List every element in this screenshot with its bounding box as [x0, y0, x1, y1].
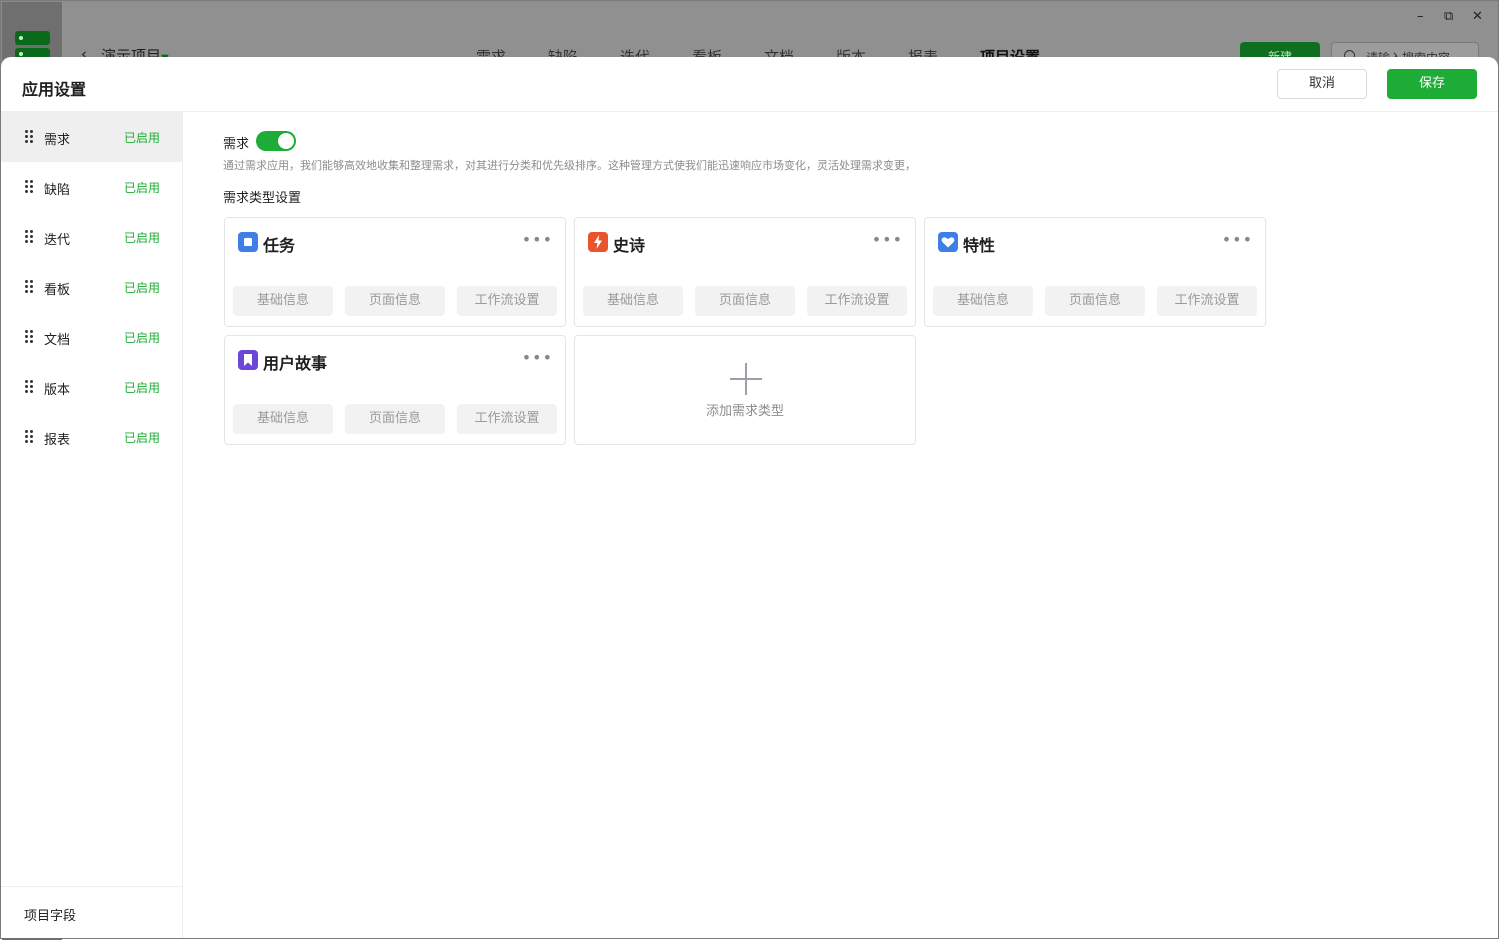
page-info-button[interactable]: 页面信息 [345, 404, 445, 434]
drag-handle-icon[interactable] [25, 130, 33, 144]
restore-icon[interactable]: ⧉ [1444, 9, 1453, 24]
basic-info-button[interactable]: 基础信息 [583, 286, 683, 316]
sidebar-item-defect[interactable]: 缺陷 已启用 [1, 162, 182, 212]
type-name: 特性 [963, 236, 996, 255]
workflow-settings-button[interactable]: 工作流设置 [457, 404, 557, 434]
cancel-button[interactable]: 取消 [1277, 69, 1367, 99]
type-card-epic: 史诗 ••• 基础信息 页面信息 工作流设置 [574, 217, 916, 327]
sidebar-item-requirement[interactable]: 需求 已启用 [1, 112, 182, 162]
epic-lightning-icon [588, 232, 608, 252]
sidebar-item-label: 需求 [44, 133, 71, 148]
app-list-sidebar: 需求 已启用 缺陷 已启用 迭代 已启用 看板 已启用 文档 已启用 版本 已启… [1, 112, 183, 938]
sidebar-item-document[interactable]: 文档 已启用 [1, 312, 182, 362]
basic-info-button[interactable]: 基础信息 [933, 286, 1033, 316]
status-badge: 已启用 [123, 181, 160, 195]
drag-handle-icon[interactable] [25, 380, 33, 394]
app-settings-modal: 应用设置 取消 保存 需求 已启用 缺陷 已启用 迭代 已启用 看板 已启用 文… [1, 57, 1498, 938]
sidebar-item-label: 版本 [44, 383, 71, 398]
toggle-knob [278, 133, 294, 149]
sidebar-item-kanban[interactable]: 看板 已启用 [1, 262, 182, 312]
type-card-user-story: 用户故事 ••• 基础信息 页面信息 工作流设置 [224, 335, 566, 445]
page-info-button[interactable]: 页面信息 [1045, 286, 1145, 316]
add-type-card[interactable]: 添加需求类型 [574, 335, 916, 445]
drag-handle-icon[interactable] [25, 180, 33, 194]
modal-title: 应用设置 [22, 80, 87, 99]
feature-heart-icon [938, 232, 958, 252]
drag-handle-icon[interactable] [25, 280, 33, 294]
status-badge: 已启用 [123, 431, 160, 445]
drag-handle-icon[interactable] [25, 330, 33, 344]
type-name: 任务 [263, 236, 296, 255]
more-icon[interactable]: ••• [872, 230, 903, 249]
sidebar-item-version[interactable]: 版本 已启用 [1, 362, 182, 412]
type-card-feature: 特性 ••• 基础信息 页面信息 工作流设置 [924, 217, 1266, 327]
type-card-task: 任务 ••• 基础信息 页面信息 工作流设置 [224, 217, 566, 327]
sidebar-item-label: 看板 [44, 283, 71, 298]
status-badge: 已启用 [123, 381, 160, 395]
project-fields-link[interactable]: 项目字段 [1, 886, 182, 938]
basic-info-button[interactable]: 基础信息 [233, 404, 333, 434]
project-fields-label: 项目字段 [24, 909, 77, 924]
app-description: 通过需求应用，我们能够高效地收集和整理需求，对其进行分类和优先级排序。这种管理方… [223, 159, 916, 172]
story-bookmark-icon [238, 350, 258, 370]
drag-handle-icon[interactable] [25, 430, 33, 444]
sidebar-item-report[interactable]: 报表 已启用 [1, 412, 182, 462]
minimize-icon[interactable]: – [1417, 9, 1424, 24]
plus-icon [730, 363, 762, 395]
page-info-button[interactable]: 页面信息 [695, 286, 795, 316]
save-button[interactable]: 保存 [1387, 69, 1477, 99]
modal-header: 应用设置 取消 保存 [1, 57, 1498, 112]
enable-toggle[interactable] [256, 131, 296, 151]
sidebar-item-label: 缺陷 [44, 183, 71, 198]
app-title: 需求 [223, 137, 250, 152]
status-badge: 已启用 [123, 131, 160, 145]
workflow-settings-button[interactable]: 工作流设置 [1157, 286, 1257, 316]
type-name: 史诗 [613, 236, 646, 255]
status-badge: 已启用 [123, 331, 160, 345]
drag-handle-icon[interactable] [25, 230, 33, 244]
task-icon [238, 232, 258, 252]
basic-info-button[interactable]: 基础信息 [233, 286, 333, 316]
add-type-label: 添加需求类型 [705, 404, 784, 419]
more-icon[interactable]: ••• [1222, 230, 1253, 249]
type-name: 用户故事 [263, 354, 328, 373]
more-icon[interactable]: ••• [522, 230, 553, 249]
sidebar-item-label: 报表 [44, 433, 71, 448]
page-info-button[interactable]: 页面信息 [345, 286, 445, 316]
close-icon[interactable]: ✕ [1472, 9, 1483, 24]
sidebar-item-label: 文档 [44, 333, 71, 348]
status-badge: 已启用 [123, 231, 160, 245]
workflow-settings-button[interactable]: 工作流设置 [457, 286, 557, 316]
app-settings-content: 需求 通过需求应用，我们能够高效地收集和整理需求，对其进行分类和优先级排序。这种… [184, 112, 1498, 938]
more-icon[interactable]: ••• [522, 348, 553, 367]
app-logo-icon [15, 31, 50, 45]
sidebar-item-iteration[interactable]: 迭代 已启用 [1, 212, 182, 262]
workflow-settings-button[interactable]: 工作流设置 [807, 286, 907, 316]
section-title: 需求类型设置 [223, 191, 302, 206]
sidebar-item-label: 迭代 [44, 233, 71, 248]
status-badge: 已启用 [123, 281, 160, 295]
